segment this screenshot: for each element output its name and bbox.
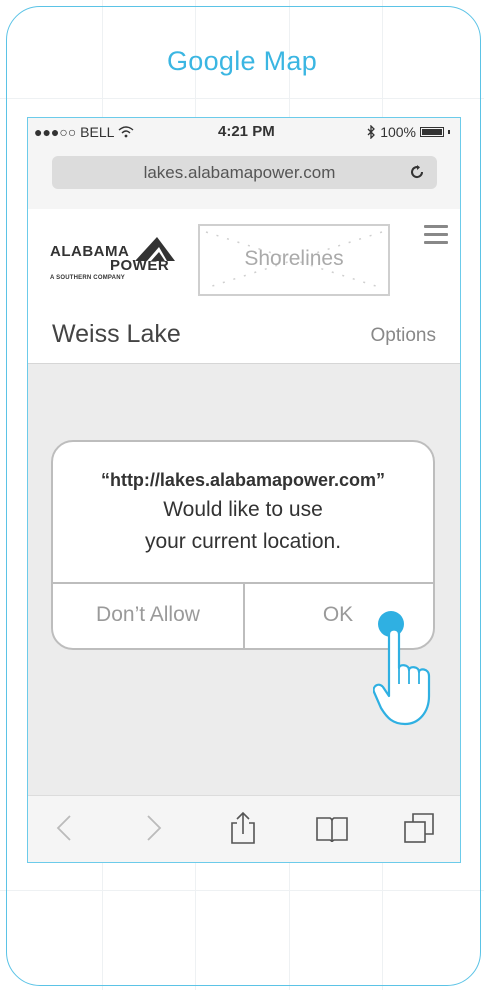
location-permission-alert: “http://lakes.alabamapower.com” Would li… xyxy=(51,440,435,650)
shorelines-label: Shorelines xyxy=(244,247,344,270)
browser-chrome: ●●●○○ BELL 4:21 PM 100% lakes.alabamapow… xyxy=(28,118,460,210)
shorelines-image-placeholder: Shorelines xyxy=(198,224,390,296)
status-time: 4:21 PM xyxy=(218,123,275,140)
pointing-hand-icon xyxy=(373,628,431,726)
site-header: ALABAMA POWER A SOUTHERN COMPANY Shoreli… xyxy=(28,209,460,307)
url-text: lakes.alabamapower.com xyxy=(143,163,336,182)
wifi-icon xyxy=(118,126,134,138)
reload-icon[interactable] xyxy=(407,162,427,182)
alert-message-line2: your current location. xyxy=(144,530,342,553)
share-icon[interactable] xyxy=(226,810,260,846)
battery-tip xyxy=(448,130,450,134)
lake-title-bar: Weiss Lake Options xyxy=(28,307,460,364)
bookmarks-icon[interactable] xyxy=(315,810,349,846)
frame-title: Google Map xyxy=(166,46,318,76)
browser-toolbar xyxy=(28,795,460,862)
alabama-power-logo[interactable]: ALABAMA POWER A SOUTHERN COMPANY xyxy=(50,235,180,291)
back-icon[interactable] xyxy=(48,810,82,846)
battery-percent: 100% xyxy=(380,124,416,140)
logo-mark-icon xyxy=(135,237,175,261)
dont-allow-button[interactable]: Don’t Allow xyxy=(53,584,245,650)
logo-line3: A SOUTHERN COMPANY xyxy=(50,275,125,281)
carrier-label: ●●●○○ BELL xyxy=(34,124,134,140)
alert-message-line1: Would like to use xyxy=(163,498,323,521)
alert-url: “http://lakes.alabamapower.com” xyxy=(100,470,386,490)
status-bar: ●●●○○ BELL 4:21 PM 100% xyxy=(28,118,460,148)
url-bar[interactable]: lakes.alabamapower.com xyxy=(52,156,437,189)
status-right: 100% xyxy=(366,124,450,140)
carrier-text: ●●●○○ BELL xyxy=(34,124,114,140)
tabs-icon[interactable] xyxy=(403,810,437,846)
bluetooth-icon xyxy=(367,125,376,139)
forward-icon[interactable] xyxy=(136,810,170,846)
hamburger-menu-icon[interactable] xyxy=(424,225,448,247)
phone-screen: ●●●○○ BELL 4:21 PM 100% lakes.alabamapow… xyxy=(27,117,461,863)
lake-name: Weiss Lake xyxy=(52,320,181,348)
options-link[interactable]: Options xyxy=(371,325,436,347)
battery-icon xyxy=(420,127,444,137)
